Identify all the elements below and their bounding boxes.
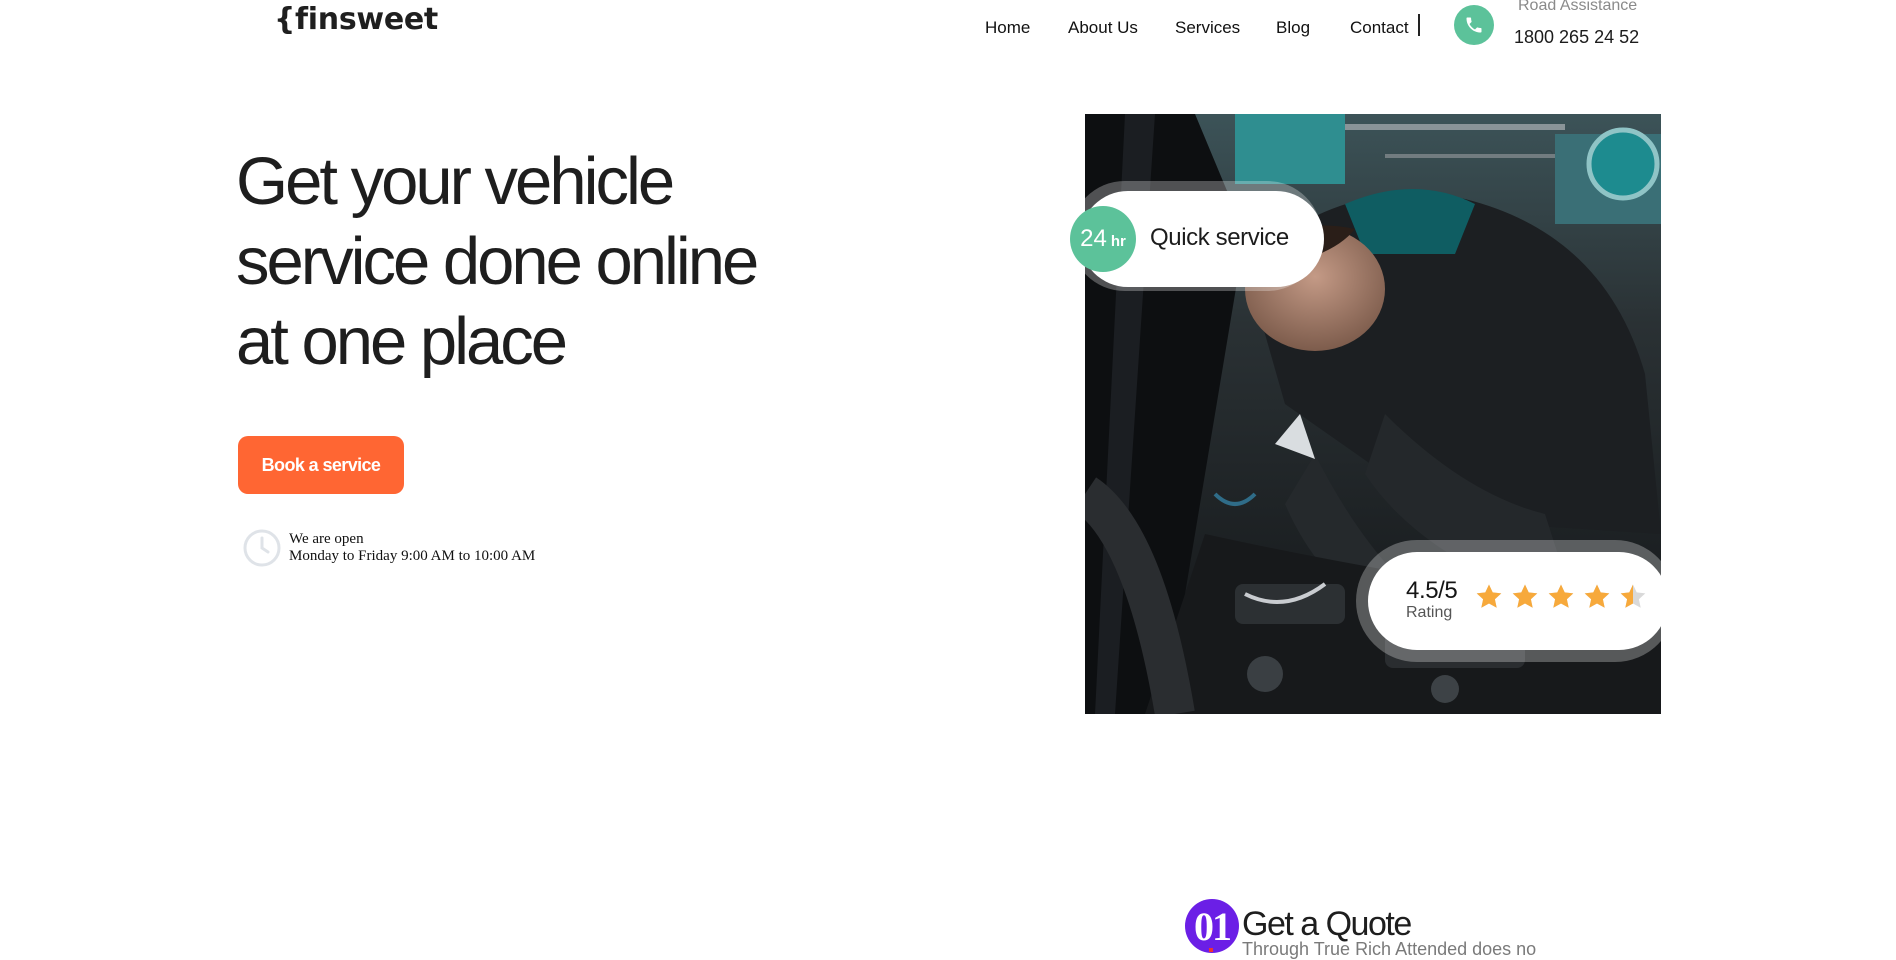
nav-link-about[interactable]: About Us [1068, 18, 1138, 38]
nav-link-home[interactable]: Home [985, 18, 1030, 38]
nav-item-blog[interactable]: Blog [1276, 16, 1310, 40]
decorative-mark [1209, 948, 1213, 952]
rating-stars [1474, 582, 1648, 612]
rating-value: 4.5/5 [1406, 577, 1458, 604]
hours-badge-number: 24 [1080, 225, 1107, 252]
rating-label: Rating [1406, 604, 1453, 621]
step-number-badge: 01 [1185, 899, 1239, 953]
book-service-button[interactable]: Book a service [238, 436, 404, 494]
road-assistance-label: Road Assistance [1518, 0, 1638, 14]
star-icon [1548, 584, 1574, 608]
hero-title: Get your vehicle service done online at … [236, 142, 856, 382]
quick-service-label: Quick service [1150, 224, 1289, 251]
opening-hours: We are open Monday to Friday 9:00 AM to … [289, 531, 535, 565]
clock-icon [243, 529, 281, 567]
opening-hours-detail: Monday to Friday 9:00 AM to 10:00 AM [289, 548, 536, 564]
opening-hours-title: We are open [289, 531, 364, 547]
nav-item-about[interactable]: About Us [1068, 16, 1138, 40]
hours-badge: 24 hr [1070, 206, 1136, 272]
star-icon [1512, 584, 1538, 608]
nav-link-blog[interactable]: Blog [1276, 18, 1310, 38]
phone-icon [1466, 17, 1482, 33]
phone-button[interactable] [1454, 5, 1494, 45]
nav-link-contact[interactable]: Contact [1350, 18, 1409, 38]
hero-title-line: Get your vehicle [236, 144, 675, 219]
nav-divider [1418, 14, 1420, 36]
brand-logo[interactable]: {finsweet [274, 2, 438, 37]
hero-title-line: service done online [236, 224, 759, 299]
star-icon [1476, 584, 1502, 608]
step-description: Through True Rich Attended does no [1242, 939, 1537, 959]
nav-link-services[interactable]: Services [1175, 18, 1240, 38]
star-icon [1584, 584, 1610, 608]
nav-item-services[interactable]: Services [1175, 16, 1240, 40]
nav-item-contact[interactable]: Contact [1350, 16, 1409, 40]
hours-badge-unit: hr [1110, 233, 1126, 250]
star-icon [1620, 584, 1646, 608]
nav-item-home[interactable]: Home [985, 16, 1030, 40]
road-assistance-phone[interactable]: 1800 265 24 52 [1514, 27, 1639, 48]
hero-title-line: at one place [236, 304, 568, 379]
